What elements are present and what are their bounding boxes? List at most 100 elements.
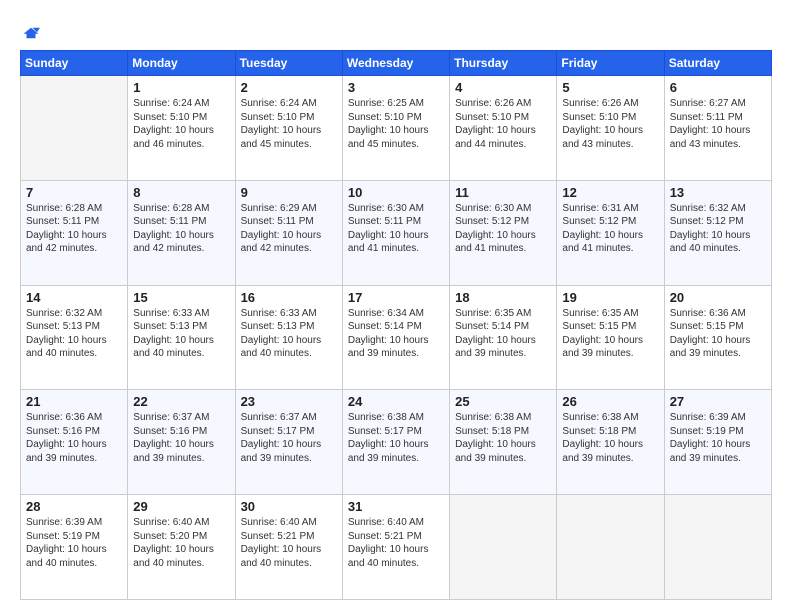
logo [20, 22, 40, 42]
day-number: 8 [133, 185, 229, 200]
day-info: Sunrise: 6:35 AMSunset: 5:15 PMDaylight:… [562, 307, 658, 361]
day-info: Sunrise: 6:33 AMSunset: 5:13 PMDaylight:… [133, 307, 229, 361]
day-number: 22 [133, 394, 229, 409]
calendar-cell: 29 Sunrise: 6:40 AMSunset: 5:20 PMDayligh… [128, 495, 235, 600]
calendar-cell [664, 495, 771, 600]
day-info: Sunrise: 6:38 AMSunset: 5:17 PMDaylight:… [348, 411, 444, 465]
calendar-cell: 11Sunrise: 6:30 AMSunset: 5:12 PMDayligh… [450, 180, 557, 285]
calendar-cell: 31 Sunrise: 6:40 AMSunset: 5:21 PMDayligh… [342, 495, 449, 600]
day-number: 2 [241, 80, 337, 95]
day-number: 18 [455, 290, 551, 305]
calendar-week-row: 28 Sunrise: 6:39 AMSunset: 5:19 PMDayligh… [21, 495, 772, 600]
calendar-cell: 7 Sunrise: 6:28 AMSunset: 5:11 PMDaylight… [21, 180, 128, 285]
day-number: 23 [241, 394, 337, 409]
day-number: 16 [241, 290, 337, 305]
day-info: Sunrise: 6:37 AMSunset: 5:17 PMDaylight:… [241, 411, 337, 465]
calendar-cell: 23 Sunrise: 6:37 AMSunset: 5:17 PMDayligh… [235, 390, 342, 495]
day-info: Sunrise: 6:34 AMSunset: 5:14 PMDaylight:… [348, 307, 444, 361]
day-info: Sunrise: 6:40 AMSunset: 5:21 PMDaylight:… [348, 516, 444, 570]
weekday-header: Friday [557, 51, 664, 76]
day-info: Sunrise: 6:37 AMSunset: 5:16 PMDaylight:… [133, 411, 229, 465]
calendar-cell: 18 Sunrise: 6:35 AMSunset: 5:14 PMDayligh… [450, 285, 557, 390]
weekday-header: Sunday [21, 51, 128, 76]
calendar-cell: 27 Sunrise: 6:39 AMSunset: 5:19 PMDayligh… [664, 390, 771, 495]
calendar: SundayMondayTuesdayWednesdayThursdayFrid… [20, 50, 772, 600]
calendar-cell: 10 Sunrise: 6:30 AMSunset: 5:11 PMDayligh… [342, 180, 449, 285]
calendar-header-row: SundayMondayTuesdayWednesdayThursdayFrid… [21, 51, 772, 76]
calendar-cell: 14 Sunrise: 6:32 AMSunset: 5:13 PMDayligh… [21, 285, 128, 390]
day-info: Sunrise: 6:39 AMSunset: 5:19 PMDaylight:… [670, 411, 766, 465]
calendar-cell: 26Sunrise: 6:38 AMSunset: 5:18 PMDayligh… [557, 390, 664, 495]
day-number: 14 [26, 290, 122, 305]
weekday-header: Thursday [450, 51, 557, 76]
day-info: Sunrise: 6:32 AMSunset: 5:13 PMDaylight:… [26, 307, 122, 361]
calendar-cell: 15 Sunrise: 6:33 AMSunset: 5:13 PMDayligh… [128, 285, 235, 390]
day-info: Sunrise: 6:30 AMSunset: 5:12 PMDaylight:… [455, 202, 551, 256]
calendar-cell: 20 Sunrise: 6:36 AMSunset: 5:15 PMDayligh… [664, 285, 771, 390]
day-number: 13 [670, 185, 766, 200]
calendar-cell: 2 Sunrise: 6:24 AMSunset: 5:10 PMDaylight… [235, 76, 342, 181]
calendar-cell: 5 Sunrise: 6:26 AMSunset: 5:10 PMDaylight… [557, 76, 664, 181]
calendar-week-row: 21Sunrise: 6:36 AMSunset: 5:16 PMDayligh… [21, 390, 772, 495]
header [20, 18, 772, 42]
day-info: Sunrise: 6:27 AMSunset: 5:11 PMDaylight:… [670, 97, 766, 151]
calendar-cell: 4Sunrise: 6:26 AMSunset: 5:10 PMDaylight… [450, 76, 557, 181]
weekday-header: Monday [128, 51, 235, 76]
day-info: Sunrise: 6:31 AMSunset: 5:12 PMDaylight:… [562, 202, 658, 256]
day-info: Sunrise: 6:26 AMSunset: 5:10 PMDaylight:… [455, 97, 551, 151]
day-info: Sunrise: 6:38 AMSunset: 5:18 PMDaylight:… [455, 411, 551, 465]
day-number: 27 [670, 394, 766, 409]
day-number: 28 [26, 499, 122, 514]
calendar-cell [21, 76, 128, 181]
calendar-cell: 8 Sunrise: 6:28 AMSunset: 5:11 PMDaylight… [128, 180, 235, 285]
day-number: 29 [133, 499, 229, 514]
day-number: 25 [455, 394, 551, 409]
logo-icon [22, 24, 40, 42]
day-info: Sunrise: 6:26 AMSunset: 5:10 PMDaylight:… [562, 97, 658, 151]
day-info: Sunrise: 6:29 AMSunset: 5:11 PMDaylight:… [241, 202, 337, 256]
calendar-cell: 9 Sunrise: 6:29 AMSunset: 5:11 PMDaylight… [235, 180, 342, 285]
day-info: Sunrise: 6:24 AMSunset: 5:10 PMDaylight:… [133, 97, 229, 151]
day-info: Sunrise: 6:28 AMSunset: 5:11 PMDaylight:… [133, 202, 229, 256]
calendar-cell: 19Sunrise: 6:35 AMSunset: 5:15 PMDayligh… [557, 285, 664, 390]
calendar-cell: 3Sunrise: 6:25 AMSunset: 5:10 PMDaylight… [342, 76, 449, 181]
weekday-header: Saturday [664, 51, 771, 76]
day-number: 30 [241, 499, 337, 514]
calendar-cell: 13Sunrise: 6:32 AMSunset: 5:12 PMDayligh… [664, 180, 771, 285]
day-info: Sunrise: 6:30 AMSunset: 5:11 PMDaylight:… [348, 202, 444, 256]
calendar-week-row: 14 Sunrise: 6:32 AMSunset: 5:13 PMDayligh… [21, 285, 772, 390]
day-info: Sunrise: 6:33 AMSunset: 5:13 PMDaylight:… [241, 307, 337, 361]
calendar-cell: 28 Sunrise: 6:39 AMSunset: 5:19 PMDayligh… [21, 495, 128, 600]
day-number: 1 [133, 80, 229, 95]
day-info: Sunrise: 6:40 AMSunset: 5:21 PMDaylight:… [241, 516, 337, 570]
day-number: 7 [26, 185, 122, 200]
calendar-cell: 6Sunrise: 6:27 AMSunset: 5:11 PMDaylight… [664, 76, 771, 181]
day-number: 20 [670, 290, 766, 305]
day-info: Sunrise: 6:35 AMSunset: 5:14 PMDaylight:… [455, 307, 551, 361]
calendar-week-row: 1 Sunrise: 6:24 AMSunset: 5:10 PMDaylight… [21, 76, 772, 181]
day-number: 10 [348, 185, 444, 200]
calendar-cell: 21Sunrise: 6:36 AMSunset: 5:16 PMDayligh… [21, 390, 128, 495]
day-info: Sunrise: 6:40 AMSunset: 5:20 PMDaylight:… [133, 516, 229, 570]
day-info: Sunrise: 6:25 AMSunset: 5:10 PMDaylight:… [348, 97, 444, 151]
calendar-cell [450, 495, 557, 600]
day-number: 31 [348, 499, 444, 514]
day-number: 15 [133, 290, 229, 305]
day-number: 17 [348, 290, 444, 305]
calendar-cell: 25 Sunrise: 6:38 AMSunset: 5:18 PMDayligh… [450, 390, 557, 495]
day-info: Sunrise: 6:24 AMSunset: 5:10 PMDaylight:… [241, 97, 337, 151]
day-number: 5 [562, 80, 658, 95]
calendar-week-row: 7 Sunrise: 6:28 AMSunset: 5:11 PMDaylight… [21, 180, 772, 285]
day-number: 9 [241, 185, 337, 200]
page: SundayMondayTuesdayWednesdayThursdayFrid… [0, 0, 792, 612]
calendar-cell [557, 495, 664, 600]
calendar-cell: 1 Sunrise: 6:24 AMSunset: 5:10 PMDaylight… [128, 76, 235, 181]
day-info: Sunrise: 6:36 AMSunset: 5:15 PMDaylight:… [670, 307, 766, 361]
day-info: Sunrise: 6:39 AMSunset: 5:19 PMDaylight:… [26, 516, 122, 570]
calendar-cell: 30 Sunrise: 6:40 AMSunset: 5:21 PMDayligh… [235, 495, 342, 600]
day-info: Sunrise: 6:28 AMSunset: 5:11 PMDaylight:… [26, 202, 122, 256]
calendar-cell: 22 Sunrise: 6:37 AMSunset: 5:16 PMDayligh… [128, 390, 235, 495]
calendar-cell: 12Sunrise: 6:31 AMSunset: 5:12 PMDayligh… [557, 180, 664, 285]
day-number: 21 [26, 394, 122, 409]
day-number: 26 [562, 394, 658, 409]
